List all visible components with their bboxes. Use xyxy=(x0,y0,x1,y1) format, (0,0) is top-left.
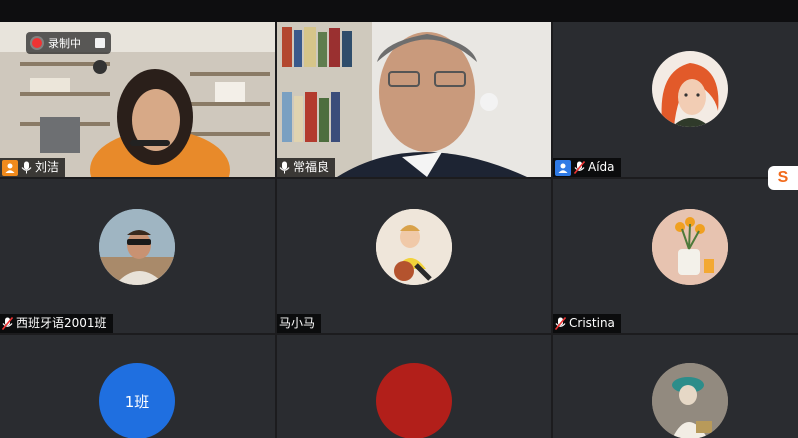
participant-tile-maxiaoma[interactable]: 马小马 xyxy=(277,179,551,333)
microphone-icon xyxy=(279,161,290,174)
participant-tile-liujie[interactable]: 录制中 刘洁 xyxy=(0,22,275,177)
recording-indicator[interactable]: 录制中 xyxy=(26,32,111,54)
video-feed-changfuliang xyxy=(277,22,551,177)
nameplate: 常福良 xyxy=(277,158,336,177)
microphone-muted-icon xyxy=(555,317,566,330)
host-icon xyxy=(2,159,18,176)
microphone-muted-icon xyxy=(2,317,13,330)
microphone-icon xyxy=(21,161,32,174)
participant-name: 刘洁 xyxy=(35,160,60,174)
participant-tile-class-1[interactable]: 1班 xyxy=(0,335,275,438)
nameplate: 西班牙语2001班 xyxy=(0,314,113,333)
participant-tile-class-2001[interactable]: 西班牙语2001班 xyxy=(0,179,275,333)
video-grid: 录制中 刘洁 常福良 Aída 西班牙语2001班 马小马 Cristina 1… xyxy=(0,22,798,438)
avatar xyxy=(376,209,452,285)
stop-square-icon[interactable] xyxy=(95,38,105,48)
participant-tile-aida[interactable]: Aída xyxy=(553,22,798,177)
avatar xyxy=(376,363,452,438)
avatar: 1班 xyxy=(99,363,175,438)
avatar xyxy=(652,51,728,127)
participant-tile-red[interactable] xyxy=(277,335,551,438)
nameplate: Aída xyxy=(553,158,621,177)
microphone-muted-icon xyxy=(574,161,585,174)
participant-tile-photo[interactable] xyxy=(553,335,798,438)
avatar xyxy=(99,209,175,285)
avatar xyxy=(652,363,728,438)
host-icon xyxy=(555,159,571,176)
avatar-initials: 1班 xyxy=(124,392,150,411)
participant-tile-changfuliang[interactable]: 常福良 xyxy=(277,22,551,177)
sogou-logo-icon[interactable]: S xyxy=(768,166,798,190)
participant-name: 常福良 xyxy=(293,160,330,174)
participant-name: Aída xyxy=(588,160,615,174)
nameplate: Cristina xyxy=(553,314,621,333)
participant-name: 西班牙语2001班 xyxy=(16,316,107,330)
avatar xyxy=(652,209,728,285)
participant-tile-cristina[interactable]: Cristina xyxy=(553,179,798,333)
record-dot-icon xyxy=(32,38,42,48)
nameplate: 刘洁 xyxy=(0,158,66,177)
top-bar xyxy=(0,0,798,22)
participant-name: Cristina xyxy=(569,316,615,330)
participant-name: 马小马 xyxy=(279,316,316,330)
recording-label: 录制中 xyxy=(48,37,81,50)
nameplate: 马小马 xyxy=(277,314,322,333)
